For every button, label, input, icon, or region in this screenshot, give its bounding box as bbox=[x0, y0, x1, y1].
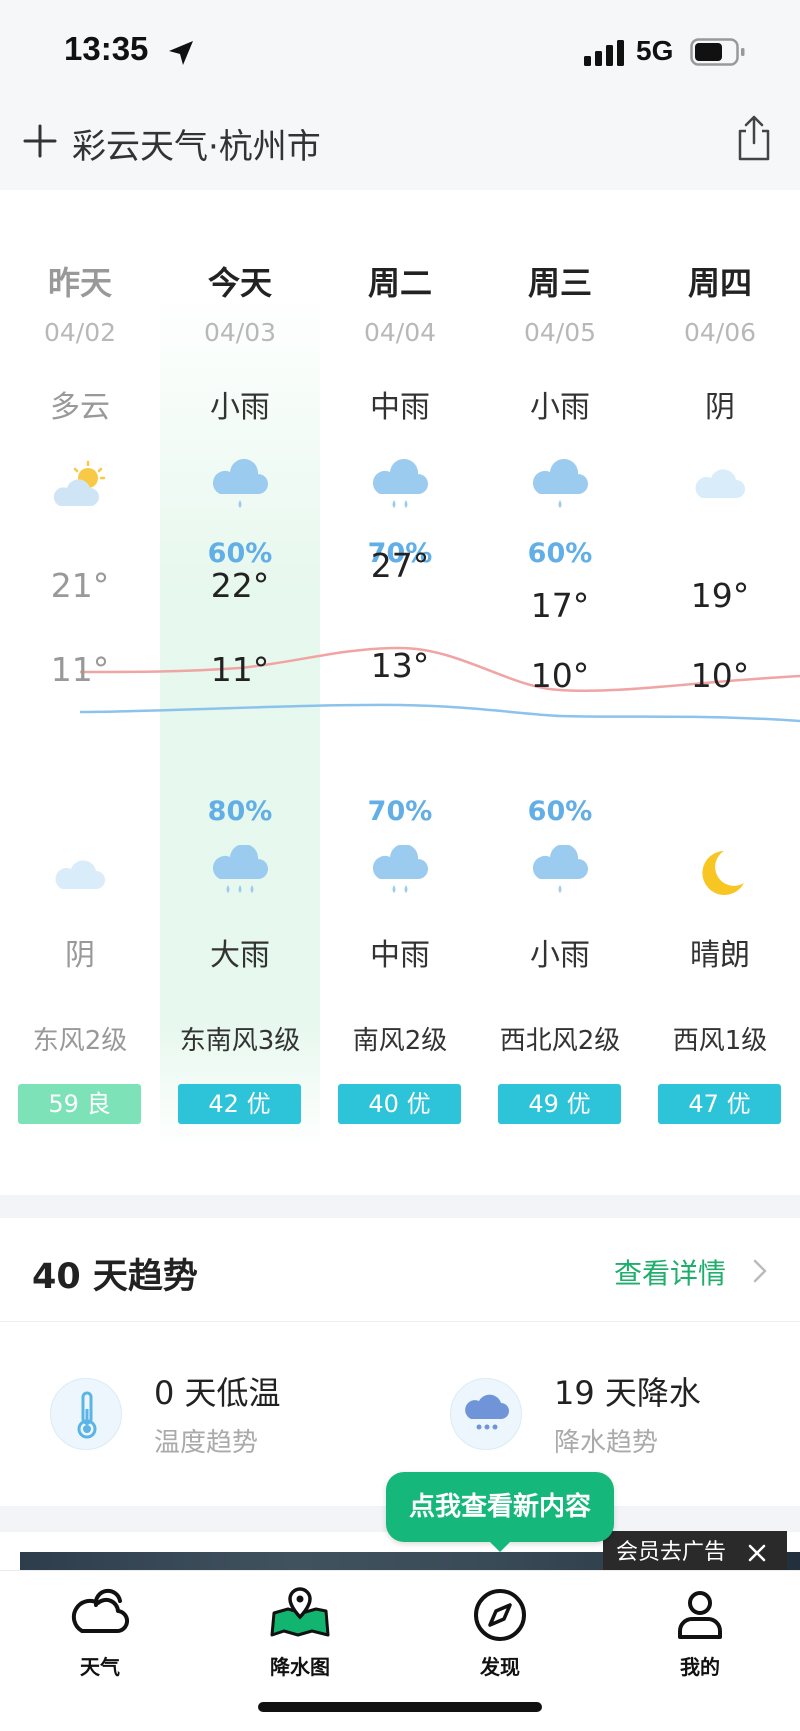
status-bar: 13:35 5G bbox=[0, 0, 800, 105]
wind: 东风2级 bbox=[32, 1026, 128, 1056]
day-condition: 阴 bbox=[705, 390, 735, 425]
wind: 东南风3级 bbox=[179, 1026, 301, 1056]
wind: 南风2级 bbox=[352, 1026, 448, 1056]
low-temp: 11° bbox=[210, 650, 270, 689]
tab-label: 发现 bbox=[480, 1655, 520, 1679]
day-name: 周二 bbox=[367, 264, 432, 302]
tab-weather[interactable]: 天气 bbox=[0, 1571, 200, 1691]
chevron-right-icon[interactable] bbox=[752, 1258, 768, 1284]
low-temp: 13° bbox=[370, 646, 430, 685]
forecast-day-today[interactable]: 今天 04/03 小雨 60% 22° 11° 80% 大雨 东南风3级 42 … bbox=[160, 190, 320, 1195]
aqi-badge: 42 优 bbox=[178, 1084, 301, 1124]
night-condition: 小雨 bbox=[530, 938, 590, 973]
rain-cloud-icon bbox=[450, 1378, 522, 1450]
low-temp: 10° bbox=[690, 656, 750, 695]
day-precip: 60% bbox=[527, 538, 593, 569]
aqi-badge: 59 良 bbox=[18, 1084, 141, 1124]
moderate-rain-icon bbox=[372, 845, 428, 893]
light-rain-icon bbox=[212, 458, 268, 508]
aqi-badge: 40 优 bbox=[338, 1084, 461, 1124]
tab-label: 降水图 bbox=[270, 1655, 330, 1679]
close-icon[interactable] bbox=[745, 1541, 769, 1565]
trend-sub: 温度趋势 bbox=[154, 1428, 259, 1458]
high-temp: 22° bbox=[210, 566, 270, 605]
page-title[interactable]: 彩云天气·杭州市 bbox=[72, 119, 321, 168]
thermometer-icon bbox=[50, 1378, 122, 1450]
day-date: 04/02 bbox=[43, 318, 117, 347]
day-date: 04/04 bbox=[363, 318, 437, 347]
light-rain-icon bbox=[532, 458, 588, 508]
tab-precip-map[interactable]: 降水图 bbox=[200, 1571, 400, 1691]
tab-label: 天气 bbox=[80, 1655, 120, 1679]
day-date: 04/06 bbox=[683, 318, 757, 347]
precip-map-icon bbox=[270, 1587, 330, 1637]
night-condition: 阴 bbox=[65, 938, 95, 973]
day-name: 周四 bbox=[687, 264, 752, 302]
weather-cloud-icon bbox=[71, 1588, 129, 1634]
status-time: 13:35 bbox=[64, 30, 149, 67]
aqi-badge: 49 优 bbox=[498, 1084, 621, 1124]
trend-header: 40 天趋势 查看详情 bbox=[0, 1218, 800, 1322]
section-divider bbox=[0, 1195, 800, 1218]
day-condition: 小雨 bbox=[530, 390, 590, 425]
low-temp: 11° bbox=[50, 650, 110, 689]
night-condition: 大雨 bbox=[210, 938, 270, 973]
bubble-tail bbox=[488, 1540, 512, 1552]
high-temp: 19° bbox=[690, 576, 750, 615]
heavy-rain-icon bbox=[212, 845, 268, 893]
trend-sub: 降水趋势 bbox=[554, 1428, 659, 1458]
wind: 西北风2级 bbox=[499, 1026, 621, 1056]
battery-icon bbox=[690, 38, 745, 66]
share-icon[interactable] bbox=[734, 113, 774, 163]
night-condition: 晴朗 bbox=[690, 938, 750, 973]
forecast-day-tue[interactable]: 周二 04/04 中雨 70% 27° 13° 70% 中雨 南风2级 40 优 bbox=[320, 190, 480, 1195]
profile-icon bbox=[678, 1591, 722, 1639]
tab-discover[interactable]: 发现 bbox=[400, 1571, 600, 1691]
trend-main: 19 天降水 bbox=[554, 1374, 701, 1412]
day-precip: 60% bbox=[207, 538, 273, 569]
trend-main: 0 天低温 bbox=[154, 1374, 281, 1412]
high-temp: 27° bbox=[370, 546, 430, 585]
trend-title: 40 天趋势 bbox=[32, 1257, 198, 1297]
high-temp: 17° bbox=[530, 586, 590, 625]
partly-cloudy-icon bbox=[53, 460, 106, 506]
network-type: 5G bbox=[636, 35, 674, 66]
light-rain-icon bbox=[532, 845, 588, 893]
add-city-icon[interactable] bbox=[22, 123, 58, 159]
forecast-day-thu[interactable]: 周四 04/06 阴 19° 10° 晴朗 西风1级 47 优 bbox=[640, 190, 800, 1195]
wind: 西风1级 bbox=[672, 1026, 768, 1056]
moderate-rain-icon bbox=[372, 458, 428, 508]
cloudy-icon bbox=[695, 469, 745, 498]
moon-icon bbox=[702, 851, 744, 895]
compass-icon bbox=[474, 1589, 526, 1641]
aqi-badge: 47 优 bbox=[658, 1084, 781, 1124]
day-name: 今天 bbox=[207, 264, 272, 302]
day-date: 04/05 bbox=[523, 318, 597, 347]
home-indicator bbox=[258, 1702, 542, 1712]
signal-icon bbox=[584, 40, 624, 66]
day-condition: 中雨 bbox=[370, 390, 430, 425]
day-date: 04/03 bbox=[203, 318, 277, 347]
forecast-day-wed[interactable]: 周三 04/05 小雨 60% 17° 10° 60% 小雨 西北风2级 49 … bbox=[480, 190, 640, 1195]
daily-forecast: 昨天 04/02 多云 21° 11° 阴 东风2级 59 良 今天 04/03… bbox=[0, 190, 800, 1195]
night-condition: 中雨 bbox=[370, 938, 430, 973]
day-name: 昨天 bbox=[47, 264, 112, 302]
view-details-link[interactable]: 查看详情 bbox=[614, 1252, 726, 1292]
night-precip: 70% bbox=[367, 796, 433, 827]
location-arrow-icon bbox=[169, 41, 193, 65]
forecast-day-yesterday[interactable]: 昨天 04/02 多云 21° 11° 阴 东风2级 59 良 bbox=[0, 190, 160, 1195]
cloudy-icon bbox=[55, 860, 105, 889]
night-precip: 80% bbox=[207, 796, 273, 827]
tab-profile[interactable]: 我的 bbox=[600, 1571, 800, 1691]
tab-label: 我的 bbox=[680, 1655, 720, 1679]
new-content-bubble[interactable]: 点我查看新内容 bbox=[386, 1472, 614, 1542]
app-header: 彩云天气·杭州市 bbox=[0, 105, 800, 190]
high-temp: 21° bbox=[50, 566, 110, 605]
night-precip: 60% bbox=[527, 796, 593, 827]
day-condition: 多云 bbox=[50, 390, 110, 425]
day-condition: 小雨 bbox=[210, 390, 270, 425]
day-name: 周三 bbox=[527, 264, 592, 302]
low-temp: 10° bbox=[530, 656, 590, 695]
